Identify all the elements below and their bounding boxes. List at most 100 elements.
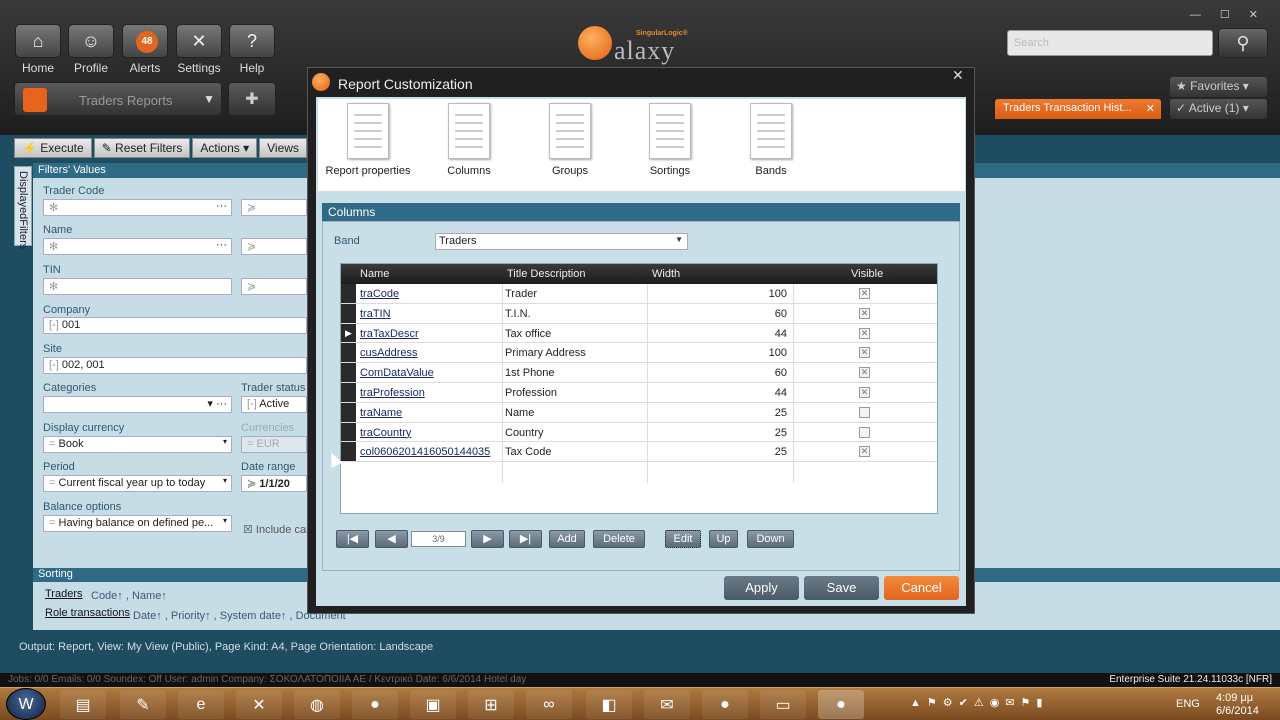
views-menu[interactable]: Views xyxy=(259,138,307,158)
trader-code-operator[interactable]: ≽ xyxy=(241,199,307,216)
column-name-link[interactable]: traCountry xyxy=(360,427,411,439)
column-name-link[interactable]: col0606201416050144035 xyxy=(360,446,490,458)
site-input[interactable]: [-] 002, 001 xyxy=(43,357,307,374)
include-checkbox[interactable]: ☒ Include car xyxy=(243,523,310,536)
table-row[interactable]: traTIN T.I.N. 60 ✕ xyxy=(341,303,937,324)
tab-groups[interactable]: Groups xyxy=(525,103,615,177)
document-tab[interactable]: Traders Transaction Hist... ✕ xyxy=(995,99,1161,119)
app-taskbar-icon[interactable]: ◧ xyxy=(586,690,632,719)
add-button[interactable]: Add xyxy=(549,530,585,548)
edit-button[interactable]: Edit xyxy=(665,530,701,548)
next-record-button[interactable]: ▶ xyxy=(471,530,504,548)
start-button[interactable]: W xyxy=(6,688,46,720)
col-header-width[interactable]: Width xyxy=(652,268,680,280)
displayed-filters-tab[interactable]: DisplayedFilters xyxy=(14,166,32,249)
report-selector[interactable]: Traders Reports ▼ xyxy=(14,82,222,116)
visible-checkbox[interactable]: ✕ xyxy=(859,347,870,359)
row-selector[interactable] xyxy=(341,422,356,442)
tools-taskbar-icon[interactable]: ✎ xyxy=(120,690,166,719)
tin-operator[interactable]: ≽ xyxy=(241,278,307,295)
column-name-link[interactable]: traTaxDescr xyxy=(360,328,419,340)
col-header-name[interactable]: Name xyxy=(360,268,389,280)
trader-code-input[interactable]: ✻ ··· xyxy=(43,199,232,216)
galaxy2-taskbar-icon[interactable]: ● xyxy=(702,690,748,719)
tin-input[interactable]: ✻ xyxy=(43,278,232,295)
row-selector[interactable] xyxy=(341,442,356,462)
row-selector[interactable] xyxy=(341,284,356,303)
table-row[interactable]: traName Name 25 xyxy=(341,402,937,423)
column-name-link[interactable]: cusAddress xyxy=(360,347,417,359)
col-header-title[interactable]: Title Description xyxy=(507,268,585,280)
table-row[interactable]: traProfession Profession 44 ✕ xyxy=(341,383,937,403)
column-name-link[interactable]: traTIN xyxy=(360,308,391,320)
cancel-button[interactable]: Cancel xyxy=(884,576,959,600)
monitor-taskbar-icon[interactable]: ▣ xyxy=(410,690,456,719)
globe-taskbar-icon[interactable]: ◍ xyxy=(294,690,340,719)
table-row[interactable]: traCountry Country 25 xyxy=(341,422,937,443)
visible-checkbox[interactable]: ✕ xyxy=(859,307,870,319)
first-record-button[interactable]: |◀ xyxy=(336,530,369,548)
window-controls[interactable]: — ☐ ✕ xyxy=(1190,8,1266,21)
col-header-visible[interactable]: Visible xyxy=(851,268,883,280)
nav-settings-button[interactable]: ✕ Settings xyxy=(175,24,223,76)
balance-options-select[interactable]: = Having balance on defined pe... ▾ xyxy=(43,515,232,532)
galaxy-taskbar-icon[interactable]: ● xyxy=(352,690,398,719)
visible-checkbox[interactable]: ✕ xyxy=(859,367,870,379)
table-row[interactable]: col0606201416050144035 Tax Code 25 ✕ xyxy=(341,442,937,463)
link-taskbar-icon[interactable]: ∞ xyxy=(526,690,572,719)
favorites-button[interactable]: ★ Favorites ▾ xyxy=(1170,77,1267,97)
language-indicator[interactable]: ENG xyxy=(1176,698,1200,710)
nav-alerts-button[interactable]: 48 Alerts xyxy=(121,24,169,76)
close-icon[interactable]: ✕ xyxy=(1146,102,1155,115)
tab-columns[interactable]: Columns xyxy=(424,103,514,177)
visible-checkbox[interactable] xyxy=(859,426,870,438)
tab-bands[interactable]: Bands xyxy=(726,103,816,177)
tab-sortings[interactable]: Sortings xyxy=(625,103,715,177)
record-position[interactable]: 3/9 xyxy=(411,531,466,547)
name-operator[interactable]: ≽ xyxy=(241,238,307,255)
search-button[interactable]: ⚲ xyxy=(1218,28,1268,58)
sort-role-transactions-link[interactable]: Role transactions xyxy=(45,607,130,619)
network-taskbar-icon[interactable]: ⊞ xyxy=(468,690,514,719)
name-input[interactable]: ✻ ··· xyxy=(43,238,232,255)
visible-checkbox[interactable]: ✕ xyxy=(859,327,870,339)
nav-profile-button[interactable]: ☺ Profile xyxy=(67,24,115,76)
plugin-button[interactable]: ✚ xyxy=(228,82,276,116)
table-row[interactable]: traCode Trader 100 ✕ xyxy=(341,284,937,304)
period-select[interactable]: = Current fiscal year up to today ▾ xyxy=(43,475,232,492)
row-selector[interactable] xyxy=(341,343,356,363)
apply-button[interactable]: Apply xyxy=(724,576,799,600)
notes-taskbar-icon[interactable]: ▭ xyxy=(760,690,806,719)
visible-checkbox[interactable]: ✕ xyxy=(859,446,870,458)
ie-taskbar-icon[interactable]: e xyxy=(178,690,224,719)
table-row[interactable]: cusAddress Primary Address 100 ✕ xyxy=(341,343,937,364)
sort-traders-link[interactable]: Traders xyxy=(45,588,83,600)
actions-menu[interactable]: Actions ▾ xyxy=(192,138,258,158)
table-row[interactable]: ▶ traTaxDescr Tax office 44 ✕ xyxy=(341,323,937,344)
row-selector[interactable]: ▶ xyxy=(341,323,356,343)
visible-checkbox[interactable]: ✕ xyxy=(859,288,870,299)
column-name-link[interactable]: traName xyxy=(360,407,402,419)
search-input[interactable]: Search xyxy=(1007,30,1213,56)
row-selector[interactable] xyxy=(341,303,356,323)
reset-filters-button[interactable]: ✎ Reset Filters xyxy=(93,138,191,158)
table-row[interactable]: ComDataValue 1st Phone 60 ✕ xyxy=(341,363,937,383)
delete-button[interactable]: Delete xyxy=(593,530,645,548)
last-record-button[interactable]: ▶| xyxy=(509,530,542,548)
tray-icons[interactable]: ▲⚑⚙✔⚠◉✉⚑▮ xyxy=(910,696,1048,709)
date-range-input[interactable]: ≽ 1/1/20 xyxy=(241,475,307,492)
prev-record-button[interactable]: ◀ xyxy=(375,530,408,548)
trader-status-input[interactable]: [-] Active xyxy=(241,396,307,413)
row-selector[interactable] xyxy=(341,363,356,382)
dialog-close-button[interactable]: ✕ xyxy=(952,67,964,84)
nav-home-button[interactable]: ⌂ Home xyxy=(14,24,62,76)
explorer-taskbar-icon[interactable]: ▤ xyxy=(60,690,106,719)
down-button[interactable]: Down xyxy=(747,530,794,548)
display-currency-select[interactable]: = Book ▾ xyxy=(43,436,232,453)
column-name-link[interactable]: traProfession xyxy=(360,387,425,399)
visible-checkbox[interactable] xyxy=(859,406,870,418)
tab-report-properties[interactable]: Report properties xyxy=(323,103,413,177)
nav-help-button[interactable]: ? Help xyxy=(228,24,276,76)
save-button[interactable]: Save xyxy=(804,576,879,600)
visible-checkbox[interactable]: ✕ xyxy=(859,387,870,398)
